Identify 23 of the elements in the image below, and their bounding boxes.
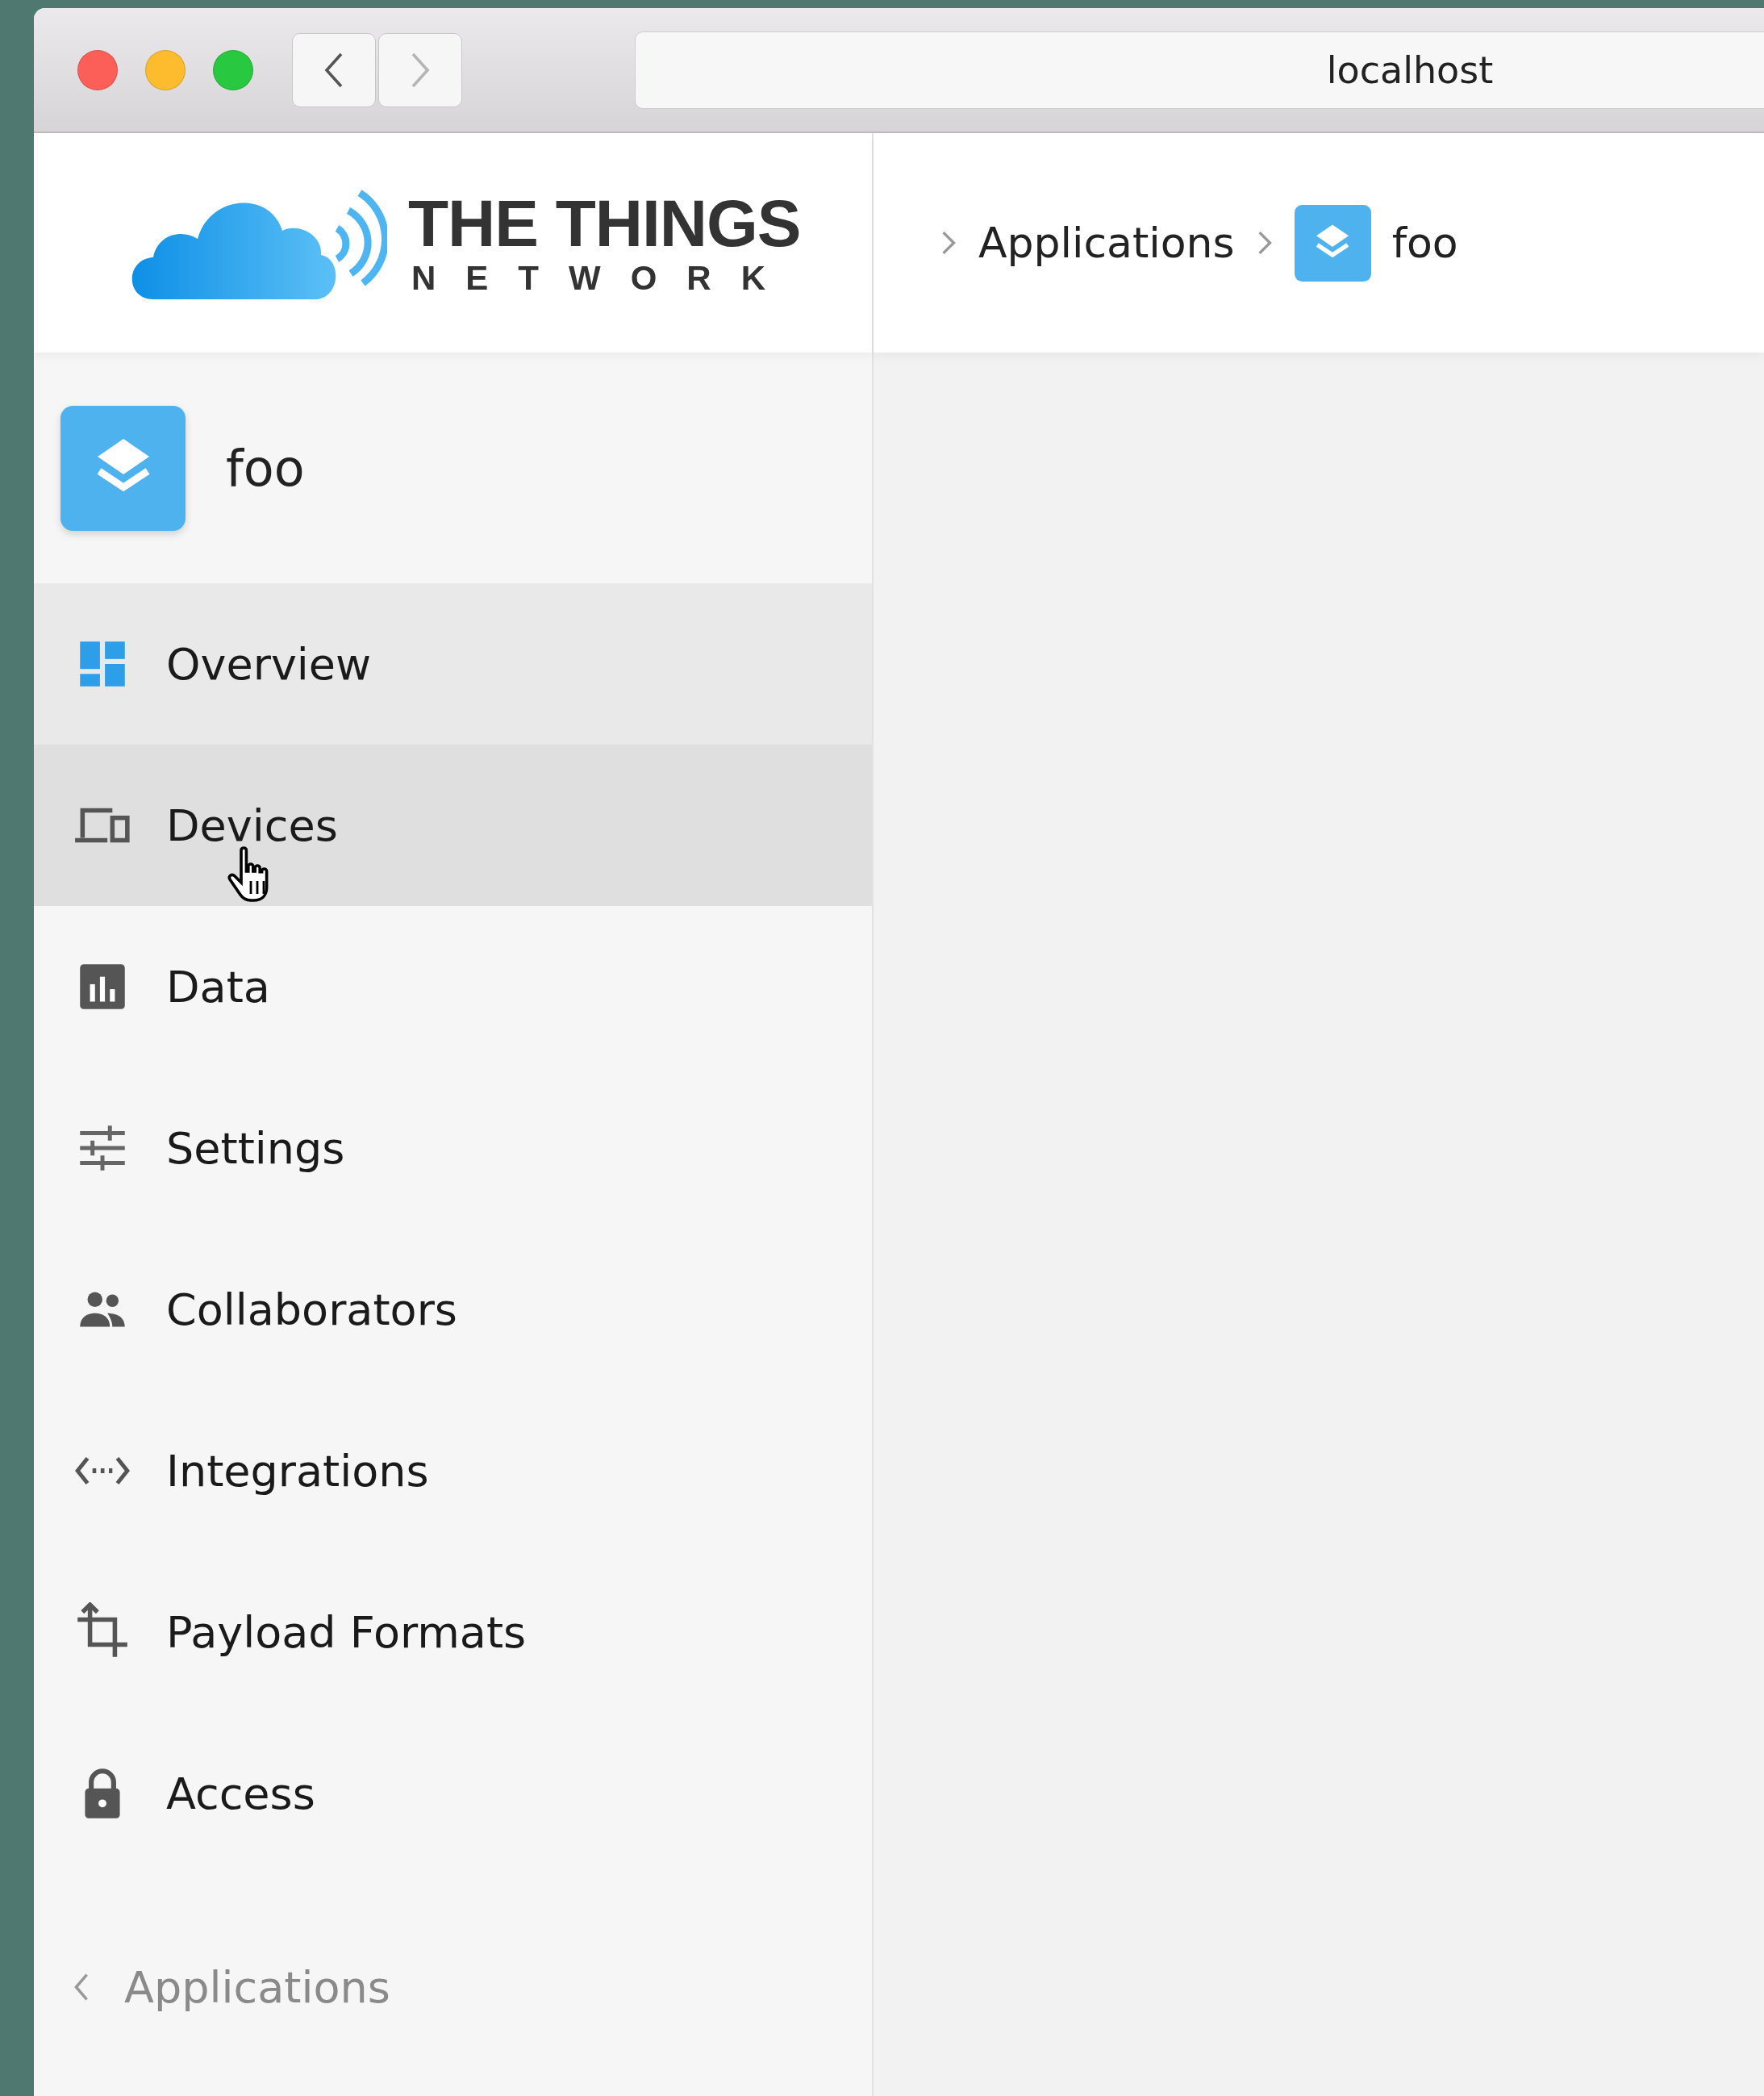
sidebar-item[interactable]: Data — [34, 906, 872, 1067]
breadcrumb-link[interactable]: Applications — [978, 219, 1235, 267]
address-field[interactable]: localhost — [635, 31, 1764, 109]
chevron-left-icon — [323, 52, 344, 88]
sidebar-item[interactable]: Integrations — [34, 1390, 872, 1551]
breadcrumb-link[interactable]: foo — [1391, 219, 1458, 267]
chevron-right-icon — [410, 52, 431, 88]
sidebar-item[interactable]: Payload Formats — [34, 1551, 872, 1713]
sidebar-item[interactable]: Overview — [34, 583, 872, 745]
forward-button[interactable] — [378, 32, 462, 107]
maximize-button[interactable] — [213, 49, 253, 90]
minimize-button[interactable] — [145, 49, 186, 90]
back-button[interactable] — [292, 32, 376, 107]
sidebar-item[interactable]: Access — [34, 1713, 872, 1874]
logo-title: THE THINGS — [408, 190, 801, 257]
chevron-right-icon — [940, 231, 957, 255]
close-button[interactable] — [77, 49, 118, 90]
logo-subtitle: NETWORK — [411, 261, 796, 295]
sidebar-item[interactable]: Collaborators — [34, 1229, 872, 1390]
sidebar-item[interactable]: Settings — [34, 1067, 872, 1229]
sidebar-item[interactable]: Devices — [34, 745, 872, 906]
chevron-left-icon — [73, 1973, 90, 2002]
application-name: foo — [226, 438, 305, 498]
